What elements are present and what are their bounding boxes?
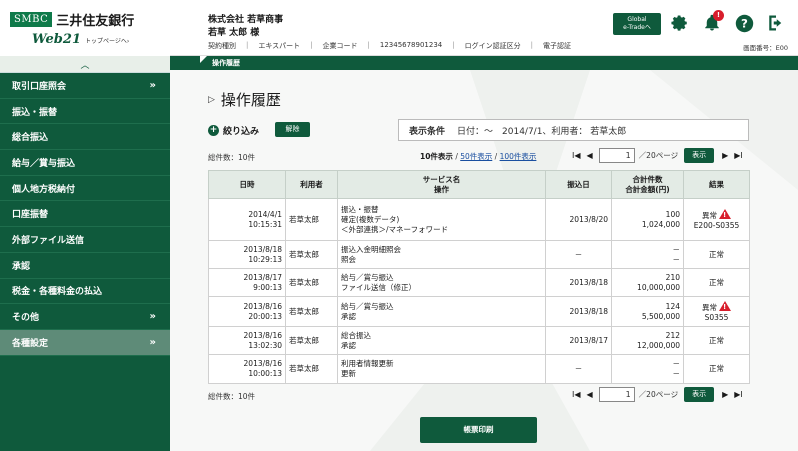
meta-contract-type-label: 契約種別 [208, 42, 236, 50]
sidebar-item-account-inquiry[interactable]: 取引口座照会» [0, 73, 170, 99]
contract-meta: 契約種別 | エキスパート | 企業コード | 12345678901234 |… [208, 41, 571, 50]
display-conditions: 表示条件 日付：～ 2014/7/1、利用者： 若草太郎 [398, 119, 749, 141]
sidebar: ︿ 取引口座照会» 振込・振替 総合振込 給与／賞与振込 個人地方税納付 口座振… [0, 56, 170, 451]
total-count-bottom: 総件数：10件 [208, 392, 256, 401]
gear-icon[interactable] [670, 13, 690, 33]
history-table: 日時 利用者 サービス名 操作 振込日 合計件数 合計金額(円) 結果 2014/4… [208, 170, 750, 384]
show-page-button[interactable]: 表示 [684, 148, 715, 163]
sidebar-item-local-tax[interactable]: 個人地方税納付 [0, 176, 170, 202]
notification-badge: ! [713, 10, 724, 21]
meta-auth-value: 電子認証 [542, 42, 571, 50]
sidebar-item-settings[interactable]: 各種設定» [0, 329, 170, 356]
next-page-icon[interactable]: ▶ [722, 151, 728, 160]
prev-page-icon[interactable]: ◀ [587, 151, 593, 160]
smbc-logo: SMBC [10, 12, 53, 27]
result-cell[interactable]: 異常E200-S0355 [683, 198, 750, 241]
plus-circle-icon: + [208, 125, 219, 136]
last-page-icon[interactable]: ▶I [734, 151, 743, 160]
col-amount: 合計件数 合計金額(円) [611, 170, 684, 199]
bell-icon[interactable]: ! [702, 10, 724, 33]
meta-auth-label: ログイン認証区分 [464, 42, 521, 50]
page-number-input[interactable]: 1 [598, 148, 635, 163]
table-row: 2013/8/16 10:00:13 若草太郎 利用者情報更新 更新 － －－ 正常 [208, 354, 750, 384]
table-row: 2013/8/16 20:00:13 若草太郎 給与／賞与振込 承認 2013/8/… [208, 296, 750, 327]
triangle-right-icon: ▷ [208, 94, 215, 105]
chevron-right-icon: » [149, 336, 156, 348]
sidebar-item-transfer[interactable]: 振込・振替 [0, 99, 170, 125]
total-count: 総件数：10件 [208, 153, 256, 162]
sidebar-item-other[interactable]: その他» [0, 304, 170, 330]
meta-company-code-value: 12345678901234 [379, 41, 443, 49]
web21-logo: Web21 [32, 32, 81, 47]
warning-icon [719, 208, 731, 220]
main-content: ▷ 操作履歴 + 絞り込み 解除 表示条件 日付：～ 2014/7/1、利用者：… [170, 70, 798, 451]
table-row: 2014/4/1 10:15:31 若草太郎 振込・振替 確定(複数データ) ＜外部連… [208, 198, 750, 241]
pager-bottom: I◀ ◀ 1 ／20ページ 表示 ▶ ▶I [572, 387, 749, 402]
bank-name: 三井住友銀行 [56, 14, 135, 29]
col-service: サービス名 操作 [337, 170, 546, 199]
chevron-right-icon: » [149, 79, 156, 91]
next-page-icon[interactable]: ▶ [722, 390, 728, 399]
pager-top: I◀ ◀ 1 ／20ページ 表示 ▶ ▶I [572, 148, 749, 163]
page-title: ▷ 操作履歴 [208, 91, 281, 109]
header-info: 株式会社 若草商事 若草 太郎 様 契約種別 | エキスパート | 企業コード … [170, 0, 798, 56]
first-page-icon[interactable]: I◀ [572, 151, 581, 160]
tab-operation-history[interactable]: 操作履歴 [200, 56, 240, 70]
clear-filter-button[interactable]: 解除 [275, 122, 310, 137]
page-total: ／20ページ [638, 390, 679, 399]
logout-icon[interactable] [766, 13, 786, 33]
sidebar-item-approval[interactable]: 承認 [0, 253, 170, 279]
toppage-link[interactable]: トップページへ› [85, 36, 129, 45]
svg-text:?: ? [741, 16, 748, 30]
table-row: 2013/8/16 13:02:30 若草太郎 総合振込 承認 2013/8/17 … [208, 326, 750, 355]
per-page-selector: 10件表示 / 50件表示 / 100件表示 [420, 152, 537, 161]
per-page-50-link[interactable]: 50件表示 [460, 152, 492, 161]
filter-toggle[interactable]: + 絞り込み [208, 124, 259, 137]
meta-contract-type-value: エキスパート [258, 42, 301, 50]
first-page-icon[interactable]: I◀ [572, 390, 581, 399]
col-user: 利用者 [285, 170, 338, 199]
page-total: ／20ページ [638, 151, 679, 160]
show-page-button[interactable]: 表示 [684, 387, 715, 402]
chevron-right-icon: » [149, 311, 156, 323]
table-row: 2013/8/18 10:29:13 若草太郎 振込入金明細照会 照会 － －－ 正… [208, 240, 750, 269]
col-date: 日時 [208, 170, 286, 199]
prev-page-icon[interactable]: ◀ [587, 390, 593, 399]
sidebar-item-external-file[interactable]: 外部ファイル送信 [0, 227, 170, 253]
sidebar-item-tax-payment[interactable]: 税金・各種料金の払込 [0, 279, 170, 305]
table-row: 2013/8/17 9:00:13 若草太郎 給与／賞与振込 ファイル送信（修正） … [208, 268, 750, 297]
col-transfer-date: 振込日 [545, 170, 612, 199]
header: SMBC 三井住友銀行 Web21 トップページへ› 株式会社 若草商事 若草 … [0, 0, 798, 56]
logo-area[interactable]: SMBC 三井住友銀行 Web21 トップページへ› [0, 0, 170, 56]
sidebar-item-payroll[interactable]: 給与／賞与振込 [0, 150, 170, 176]
page-number-input[interactable]: 1 [598, 387, 635, 402]
user-name: 若草 太郎 様 [208, 28, 260, 38]
per-page-100-link[interactable]: 100件表示 [500, 152, 537, 161]
conditions-value: 日付：～ 2014/7/1、利用者： 若草太郎 [457, 126, 627, 137]
meta-company-code-label: 企業コード [322, 42, 358, 50]
sidebar-item-bulk-transfer[interactable]: 総合振込 [0, 124, 170, 151]
help-icon[interactable]: ? [734, 13, 754, 33]
sidebar-item-account-debit[interactable]: 口座振替 [0, 201, 170, 228]
per-page-10: 10件表示 [420, 152, 453, 161]
last-page-icon[interactable]: ▶I [734, 390, 743, 399]
tab-bar: 操作履歴 [170, 56, 798, 70]
global-etrade-button[interactable]: Global e-Tradeへ [613, 13, 661, 35]
sidebar-collapse-button[interactable]: ︿ [0, 56, 170, 73]
print-report-button[interactable]: 帳票印刷 [420, 417, 537, 443]
screen-number: 画面番号：E00 [743, 44, 788, 52]
chevron-up-icon: ︿ [80, 60, 90, 71]
company-name: 株式会社 若草商事 [208, 15, 284, 25]
warning-icon [719, 300, 731, 312]
result-cell[interactable]: 異常S0355 [683, 296, 750, 327]
col-result: 結果 [683, 170, 750, 199]
